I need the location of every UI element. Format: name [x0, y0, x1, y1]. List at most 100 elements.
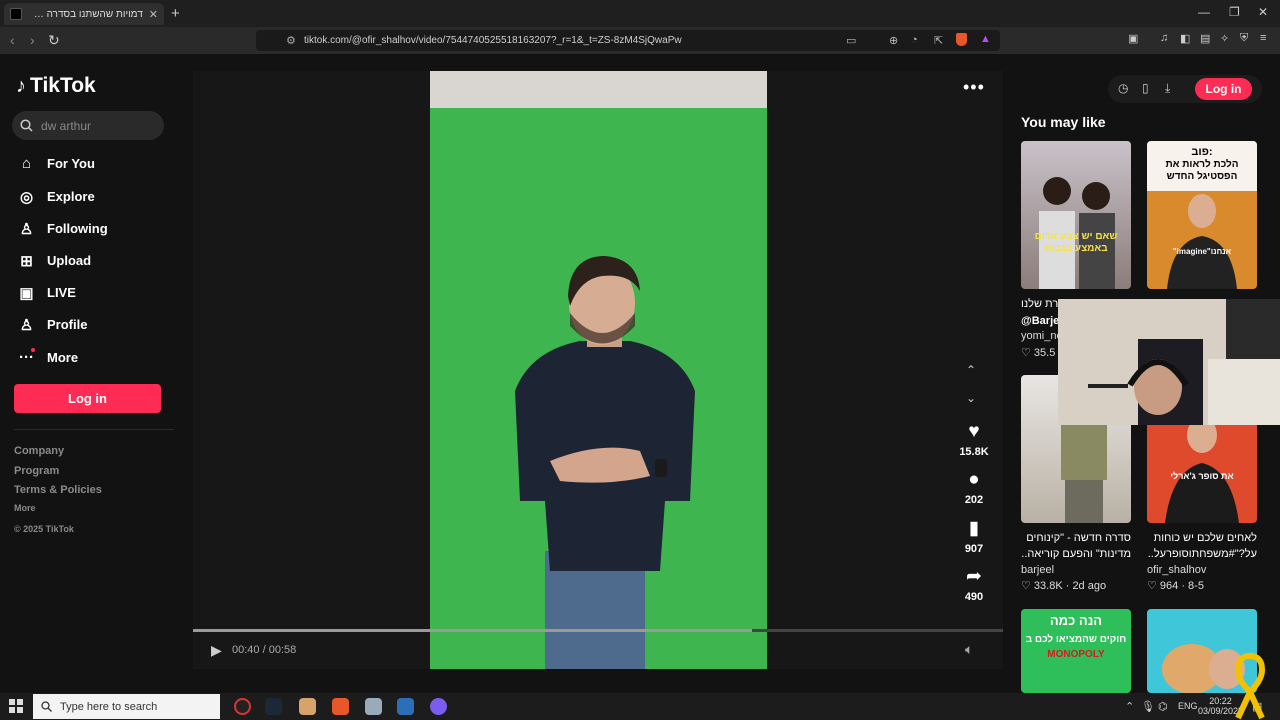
- thumb-caption[interactable]: סדרה חדשה - "קינוחים: [1021, 530, 1131, 546]
- thumb-caption[interactable]: לאחים שלכם יש כוחות: [1147, 530, 1257, 546]
- tv-icon: ▣: [19, 284, 34, 302]
- nav-upload[interactable]: ⊞ Upload: [18, 252, 92, 270]
- brave-rewards-icon[interactable]: ▲: [980, 33, 991, 45]
- url-field[interactable]: ⚙ tiktok.com/@ofir_shalhov/video/7544740…: [256, 30, 1000, 51]
- footer-more[interactable]: More: [14, 503, 36, 513]
- extensions-icon[interactable]: ▤: [1200, 32, 1210, 45]
- webcam-streamer-image: [1058, 299, 1280, 425]
- volume-icon[interactable]: 🔈︎: [965, 641, 973, 658]
- search-input[interactable]: dw arthur: [12, 111, 164, 140]
- tiktok-page: ♪ TikTok dw arthur ⌂ For You ◎ Explore ♙ Fo…: [0, 54, 1280, 693]
- vpn-icon[interactable]: ⛨: [1240, 32, 1248, 45]
- thumb-meta: ♡ 964 · 8-5: [1147, 580, 1204, 592]
- security-app-icon[interactable]: [365, 698, 382, 715]
- reader-icon[interactable]: ▭: [846, 34, 856, 47]
- wallet-icon[interactable]: ▣: [1128, 32, 1138, 45]
- chat-app-icon[interactable]: [430, 698, 447, 715]
- files-app-icon[interactable]: [299, 698, 316, 715]
- thumb-person-image: [1167, 194, 1237, 289]
- leo-icon[interactable]: ✧: [1220, 32, 1229, 45]
- thumb-overlay-text: שאם יש צבע אדום באמצע בגבות: [1034, 231, 1118, 254]
- language-indicator[interactable]: ENG: [1178, 701, 1198, 711]
- previous-video-icon[interactable]: ⌃: [966, 363, 976, 377]
- thumb-user[interactable]: yomi_ne: [1021, 330, 1063, 342]
- video-player[interactable]: ••• ⌃ ⌄ ♥ 15.8K ● 202 ▮ 907 ➦ 490 ▶ 00:4…: [193, 71, 1003, 669]
- suggested-video-thumb[interactable]: הנה כמה חוקים שהמציאו לכם ב MONOPOLY: [1021, 609, 1131, 693]
- coins-icon[interactable]: ◷: [1118, 81, 1128, 95]
- phone-icon[interactable]: ▯: [1142, 81, 1149, 95]
- nav-for-you[interactable]: ⌂ For You: [18, 155, 95, 172]
- video-frame[interactable]: [430, 71, 767, 669]
- forward-icon[interactable]: ›: [30, 32, 35, 48]
- share-action[interactable]: ➦ 490: [952, 565, 996, 603]
- footer-company[interactable]: Company: [14, 445, 64, 457]
- plus-square-icon: ⊞: [20, 252, 33, 270]
- like-count: 15.8K: [959, 446, 989, 458]
- site-info-icon[interactable]: ⚙: [286, 34, 296, 47]
- login-button[interactable]: Log in: [14, 384, 161, 413]
- share-arrow-icon[interactable]: ➦: [952, 565, 996, 588]
- c-app-icon[interactable]: [397, 698, 414, 715]
- nav-explore[interactable]: ◎ Explore: [18, 188, 95, 206]
- zoom-icon[interactable]: ⊕: [889, 34, 898, 47]
- next-video-icon[interactable]: ⌄: [966, 391, 976, 405]
- share-icon[interactable]: ⇱: [934, 34, 943, 47]
- nav-profile[interactable]: ♙ Profile: [18, 316, 88, 334]
- nav-live[interactable]: ▣ LIVE: [18, 284, 76, 302]
- heart-icon[interactable]: ♥: [952, 421, 996, 443]
- comment-action[interactable]: ● 202: [952, 469, 996, 506]
- windows-taskbar: Type here to search ⌃ 🎙︎ ⌬ ENG 20:22 03/…: [0, 693, 1280, 720]
- start-icon[interactable]: [9, 699, 23, 713]
- brave-shield-icon[interactable]: [956, 33, 967, 46]
- save-action[interactable]: ▮ 907: [952, 517, 996, 555]
- tiktok-note-icon: ♪: [16, 74, 26, 97]
- back-icon[interactable]: ‹: [10, 32, 15, 48]
- thumb-overlay-bottom: MONOPOLY: [1047, 649, 1105, 660]
- mic-icon[interactable]: 🎙︎: [1141, 700, 1155, 713]
- top-right-actions: ◷ ▯ ⤓ Log in: [1108, 75, 1262, 103]
- top-login-button[interactable]: Log in: [1195, 78, 1252, 100]
- comment-icon[interactable]: ●: [952, 469, 996, 491]
- suggested-video-thumb[interactable]: פוב: הלכת לראות את הפסטיגל החדש "imagine…: [1147, 141, 1257, 289]
- taskbar-search[interactable]: Type here to search: [33, 694, 220, 719]
- nav-more[interactable]: ··· More: [18, 349, 78, 366]
- obs-app-icon[interactable]: [234, 698, 251, 715]
- notification-dot: [31, 348, 35, 352]
- footer-terms[interactable]: Terms & Policies: [14, 484, 102, 496]
- nav-label: Explore: [47, 189, 95, 204]
- thumb-caption[interactable]: מדינות" והפעם קוריאה...: [1021, 546, 1131, 562]
- thumb-user[interactable]: ofir_shalhov: [1147, 564, 1206, 576]
- play-icon[interactable]: ▶: [211, 642, 222, 659]
- brave-app-icon[interactable]: [332, 698, 349, 715]
- thumb-caption[interactable]: על?"#משפחתוסופרעל...: [1147, 546, 1257, 562]
- tiktok-logo[interactable]: ♪ TikTok: [16, 74, 96, 98]
- media-icon[interactable]: ♫: [1160, 32, 1168, 44]
- footer-program[interactable]: Program: [14, 465, 59, 477]
- thumb-user[interactable]: barjeel: [1021, 564, 1054, 576]
- restore-icon[interactable]: ❐: [1229, 5, 1240, 19]
- steam-app-icon[interactable]: [265, 698, 282, 715]
- network-icon[interactable]: ⌬: [1158, 700, 1168, 713]
- nav-label: For You: [47, 156, 95, 171]
- like-action[interactable]: ♥ 15.8K: [952, 421, 996, 458]
- menu-icon[interactable]: ≡: [1260, 32, 1266, 44]
- browser-tab[interactable]: דמויות שהשתנו בסדרה ארתור | ... ✕: [4, 3, 164, 25]
- speed-icon[interactable]: ◔: [911, 34, 918, 46]
- tray-chevron-icon[interactable]: ⌃: [1125, 700, 1134, 713]
- more-options-icon[interactable]: •••: [963, 77, 985, 98]
- comment-count: 202: [964, 494, 984, 506]
- close-window-icon[interactable]: ✕: [1258, 5, 1268, 19]
- nav-label: Upload: [47, 253, 92, 268]
- bookmark-icon[interactable]: ▮: [952, 517, 996, 540]
- nav-following[interactable]: ♙ Following: [18, 220, 108, 238]
- minimize-icon[interactable]: —: [1198, 5, 1210, 19]
- taskbar-search-placeholder: Type here to search: [60, 700, 158, 713]
- download-icon[interactable]: ⤓: [1165, 81, 1170, 96]
- sidebar-icon[interactable]: ◧: [1180, 32, 1190, 45]
- suggested-video-thumb[interactable]: שאם יש צבע אדום באמצע בגבות: [1021, 141, 1131, 289]
- progress-fill: [193, 629, 752, 632]
- new-tab-button[interactable]: +: [171, 5, 180, 22]
- close-tab-icon[interactable]: ✕: [149, 8, 158, 21]
- progress-bar[interactable]: [193, 629, 1003, 632]
- reload-icon[interactable]: ↻: [48, 32, 60, 49]
